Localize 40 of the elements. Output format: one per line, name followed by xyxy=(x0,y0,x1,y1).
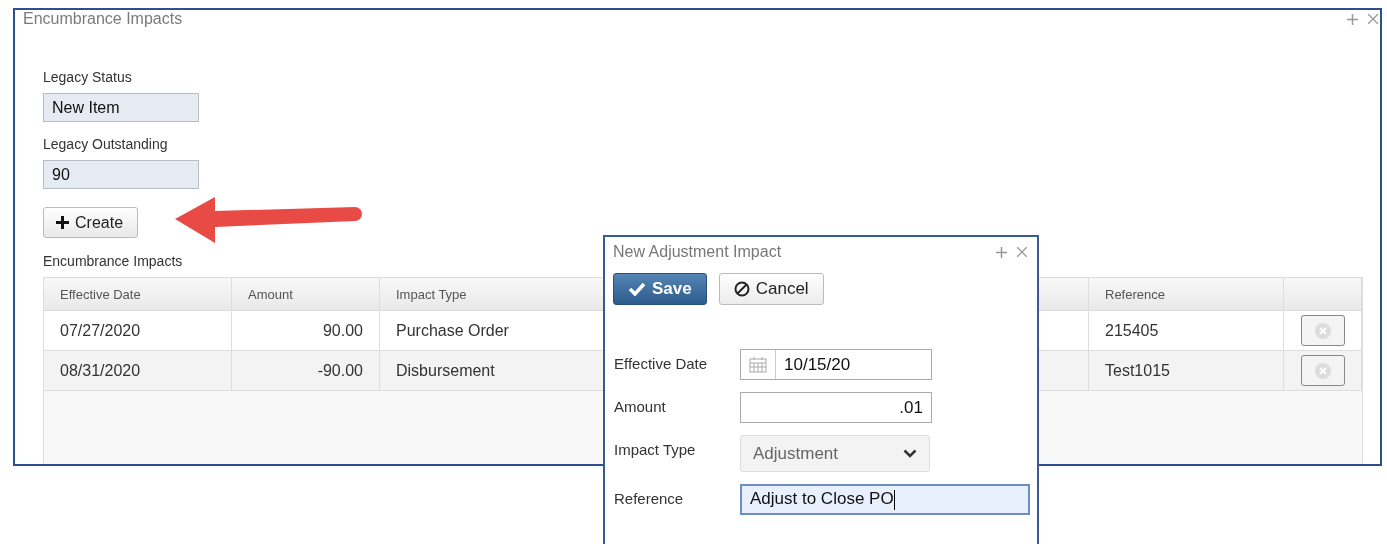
impact-type-dropdown[interactable]: Adjustment xyxy=(740,435,930,472)
delete-button[interactable] xyxy=(1300,315,1345,346)
reference-field[interactable]: Adjust to Close PO xyxy=(740,484,1030,515)
table-cell: 07/27/2020 xyxy=(44,311,232,351)
plus-icon[interactable] xyxy=(1347,13,1358,25)
table-cell: 215405 xyxy=(1089,311,1284,351)
dialog-title: New Adjustment Impact xyxy=(613,243,782,261)
field-label: Reference xyxy=(614,489,685,507)
plus-icon[interactable] xyxy=(996,246,1007,258)
close-icon[interactable] xyxy=(1017,247,1027,257)
table-cell: Test1015 xyxy=(1089,351,1284,391)
field-label: Effective Date xyxy=(614,354,709,372)
field-label: Legacy Outstanding xyxy=(43,136,168,152)
column-header[interactable]: Reference xyxy=(1089,278,1284,311)
chevron-down-icon xyxy=(903,449,917,458)
plus-icon xyxy=(56,216,69,229)
field-label: Impact Type xyxy=(614,440,697,458)
table-cell: -90.00 xyxy=(232,351,380,391)
legacy-outstanding-field[interactable]: 90 xyxy=(43,160,199,189)
window-title: Encumbrance Impacts xyxy=(23,10,183,28)
cancel-button[interactable]: Cancel xyxy=(718,273,824,305)
remove-icon xyxy=(1314,362,1331,379)
amount-field[interactable]: .01 xyxy=(740,392,932,423)
save-button[interactable]: Save xyxy=(613,273,707,305)
field-label: Legacy Status xyxy=(43,69,132,85)
date-field[interactable]: 10/15/20 xyxy=(740,349,932,380)
calendar-icon[interactable] xyxy=(749,356,767,373)
remove-icon xyxy=(1314,322,1331,339)
delete-button[interactable] xyxy=(1300,355,1345,386)
cancel-icon xyxy=(733,281,750,297)
close-icon[interactable] xyxy=(1368,14,1378,24)
field-label: Amount xyxy=(614,397,667,415)
check-icon xyxy=(628,282,646,296)
column-header[interactable]: Amount xyxy=(232,278,380,311)
create-button[interactable]: Create xyxy=(43,207,139,238)
table-cell: 08/31/2020 xyxy=(44,351,232,391)
legacy-status-field[interactable]: New Item xyxy=(43,93,199,122)
table-cell: 90.00 xyxy=(232,311,380,351)
column-header[interactable]: Effective Date xyxy=(44,278,232,311)
table-title: Encumbrance Impacts xyxy=(43,253,183,269)
